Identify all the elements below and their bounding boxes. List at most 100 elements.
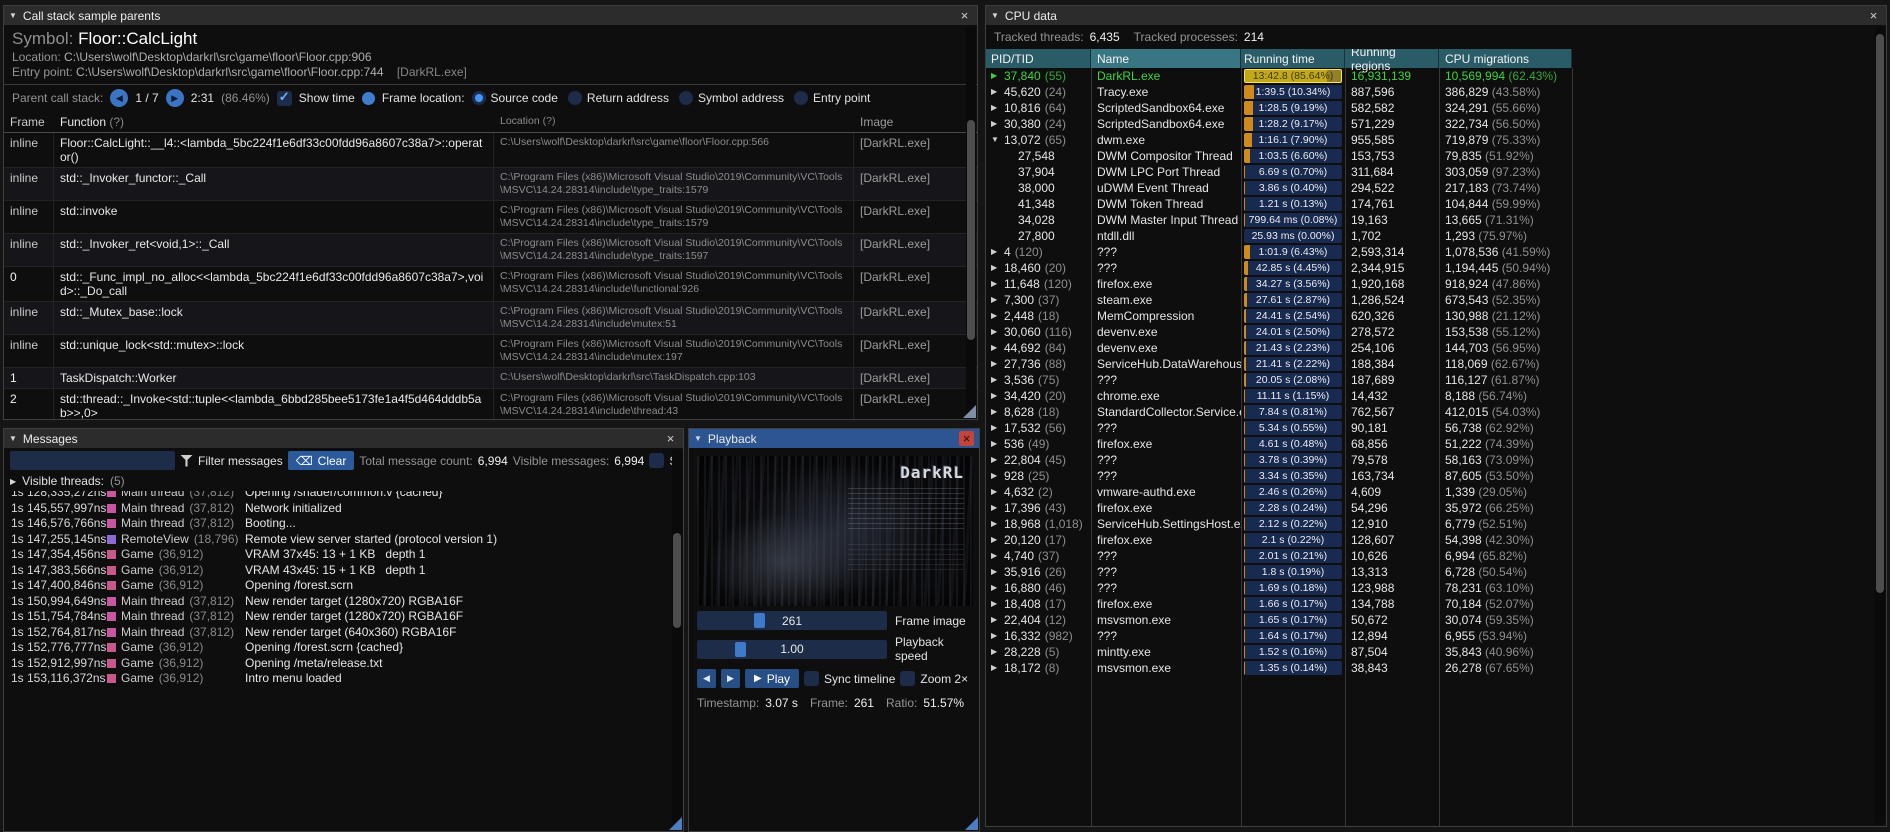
cpu-row[interactable]: ▶ 11,648 (120) firefox.exe 34.27 s (3.56%) 1,…: [986, 276, 1874, 292]
image-column-header[interactable]: Image: [854, 112, 949, 132]
cpu-row[interactable]: ▶ 37,840 (55) DarkRL.exe 13:42.8 (85.64%) 16,…: [986, 68, 1874, 84]
collapse-icon[interactable]: ▼: [9, 11, 17, 20]
playback-titlebar[interactable]: ▼ Playback ×: [689, 429, 979, 448]
play-button[interactable]: ▶ Play: [745, 669, 800, 688]
expand-icon[interactable]: ▶: [991, 581, 1000, 595]
cpu-row[interactable]: 34,028 DWM Master Input Thread 799.64 ms (…: [986, 212, 1874, 228]
cpu-column-header[interactable]: CPU migrations: [1439, 49, 1572, 68]
expand-icon[interactable]: ▶: [991, 325, 1000, 339]
visible-threads-row[interactable]: ▶ Visible threads: (5): [4, 473, 683, 491]
frame-location-option[interactable]: Symbol address: [678, 91, 784, 105]
callstack-row[interactable]: 1 TaskDispatch::Worker C:\Users\wolf\Deskt…: [4, 368, 977, 389]
cpu-row[interactable]: ▶ 22,804 (45)??? 3.78 s (0.39%) 79,578 58,163…: [986, 452, 1874, 468]
prev-frame-button[interactable]: ◀: [697, 669, 716, 688]
cpu-row[interactable]: ▶ 16,880 (46)??? 1.69 s (0.18%) 123,988 78,23…: [986, 580, 1874, 596]
speed-slider[interactable]: 1.00: [697, 639, 887, 659]
collapse-icon[interactable]: ▼: [9, 434, 17, 443]
cpu-row[interactable]: ▼ 13,072 (65) dwm.exe 1:16.1 (7.90%) 955,585 7…: [986, 132, 1874, 148]
callstack-row[interactable]: inline std::_Invoker_functor::_Call C:\Pro…: [4, 168, 977, 201]
cpu-row[interactable]: ▶ 3,536 (75)??? 20.05 s (2.08%) 187,689 116,1…: [986, 372, 1874, 388]
clipped-checkbox[interactable]: [649, 453, 665, 468]
close-icon[interactable]: ×: [959, 431, 974, 446]
frame-location-option[interactable]: Source code: [471, 91, 558, 105]
callstack-row[interactable]: 0 std::_Func_impl_no_alloc<<lambda_5bc224…: [4, 267, 977, 302]
close-icon[interactable]: ×: [957, 8, 972, 23]
resize-grip[interactable]: [965, 817, 978, 830]
show-time-checkbox[interactable]: [276, 89, 292, 106]
expand-icon[interactable]: ▶: [991, 629, 1000, 643]
cpu-row[interactable]: ▶ 7,300 (37) steam.exe 27.61 s (2.87%) 1,286,…: [986, 292, 1874, 308]
expand-icon[interactable]: ▶: [991, 293, 1000, 307]
location-column-header[interactable]: Location (?): [494, 112, 854, 132]
message-row[interactable]: 1s 147,400,846ns Game (36,912) Opening /for…: [4, 578, 671, 594]
cpu-row[interactable]: ▶ 16,332 (982)??? 1.64 s (0.17%) 12,894 6,955…: [986, 628, 1874, 644]
collapse-icon[interactable]: ▼: [694, 434, 702, 443]
cpu-row[interactable]: ▶ 8,628 (18) StandardCollector.Service.e 7.8…: [986, 404, 1874, 420]
expand-icon[interactable]: ▶: [991, 597, 1000, 611]
expand-icon[interactable]: ▶: [991, 421, 1000, 435]
expand-icon[interactable]: ▶: [991, 341, 1000, 355]
frame-location-option[interactable]: Entry point: [794, 91, 870, 105]
cpu-row[interactable]: 27,800 ntdll.dll 25.93 ms (0.00%) 1,702 1,29…: [986, 228, 1874, 244]
clear-button[interactable]: ⌫ Clear: [287, 451, 355, 470]
expand-icon[interactable]: ▶: [991, 661, 1000, 675]
expand-icon[interactable]: ▶: [991, 469, 1000, 483]
expand-icon[interactable]: ▶: [991, 277, 1000, 291]
callstack-row[interactable]: inline Floor::CalcLight::__l4::<lambda_5b…: [4, 133, 977, 168]
message-row[interactable]: 1s 152,764,817ns Main thread (37,812) New r…: [4, 625, 671, 641]
cpu-column-header[interactable]: Name: [1091, 49, 1241, 68]
expand-icon[interactable]: ▶: [991, 549, 1000, 563]
message-row[interactable]: 1s 151,754,784ns Main thread (37,812) New r…: [4, 609, 671, 625]
cpu-row[interactable]: ▶ 4,632 (2) vmware-authd.exe 2.46 s (0.26%) 4…: [986, 484, 1874, 500]
cpu-column-header[interactable]: PID/TID: [986, 49, 1091, 68]
vertical-scrollbar[interactable]: [1875, 26, 1885, 825]
message-row[interactable]: 1s 147,255,145ns RemoteView (18,796) Remote…: [4, 532, 671, 548]
cpu-row[interactable]: 37,904 DWM LPC Port Thread 6.69 s (0.70%) 3…: [986, 164, 1874, 180]
prev-stack-button[interactable]: ◀: [110, 89, 129, 107]
cpu-row[interactable]: ▶ 45,620 (24) Tracy.exe 1:39.5 (10.34%) 887,5…: [986, 84, 1874, 100]
cpu-row[interactable]: ▶ 18,408 (17) firefox.exe 1.66 s (0.17%) 134,…: [986, 596, 1874, 612]
close-icon[interactable]: ×: [663, 431, 678, 446]
cpu-row[interactable]: ▶ 928 (25)??? 3.34 s (0.35%) 163,734 87,605 (…: [986, 468, 1874, 484]
message-row[interactable]: 1s 146,576,766ns Main thread (37,812) Booti…: [4, 516, 671, 532]
expand-icon[interactable]: ▶: [991, 117, 1000, 131]
cpu-row[interactable]: ▶ 536 (49) firefox.exe 4.61 s (0.48%) 68,856 5…: [986, 436, 1874, 452]
collapse-icon[interactable]: ▼: [991, 11, 999, 20]
radio-icon[interactable]: [567, 91, 582, 105]
cpu-row[interactable]: 41,348 DWM Token Thread 1.21 s (0.13%) 174,…: [986, 196, 1874, 212]
message-row[interactable]: 1s 147,383,566ns Game (36,912) VRAM 43x45: …: [4, 563, 671, 579]
expand-icon[interactable]: ▶: [991, 485, 1000, 499]
cpu-row[interactable]: ▶ 17,396 (43) firefox.exe 2.28 s (0.24%) 54,2…: [986, 500, 1874, 516]
cpu-row[interactable]: ▶ 4 (120)??? 1:01.9 (6.43%) 2,593,314 1,078,5…: [986, 244, 1874, 260]
cpu-row[interactable]: ▶ 44,692 (84) devenv.exe 21.43 s (2.23%) 254,…: [986, 340, 1874, 356]
radio-icon[interactable]: [471, 91, 486, 105]
cpu-row[interactable]: ▶ 30,060 (116) devenv.exe 24.01 s (2.50%) 278…: [986, 324, 1874, 340]
callstack-row[interactable]: inline std::invoke C:\Program Files (x86)\…: [4, 201, 977, 234]
frame-column-header[interactable]: Frame: [4, 112, 54, 132]
vertical-scrollbar[interactable]: [966, 26, 976, 418]
radio-icon[interactable]: [678, 91, 693, 105]
callstack-row[interactable]: inline std::_Invoker_ret<void,1>::_Call C:…: [4, 234, 977, 267]
vertical-scrollbar[interactable]: [672, 449, 682, 830]
cpu-row[interactable]: 27,548 DWM Compositor Thread 1:03.5 (6.60%…: [986, 148, 1874, 164]
messages-list[interactable]: 1s 128,335,272ns Main thread (37,812) Openi…: [4, 491, 671, 831]
close-icon[interactable]: ×: [1866, 8, 1881, 23]
cpu-row[interactable]: ▶ 30,380 (24) ScriptedSandbox64.exe 1:28.2 (…: [986, 116, 1874, 132]
message-row[interactable]: 1s 128,335,272ns Main thread (37,812) Openi…: [4, 491, 671, 501]
message-row[interactable]: 1s 150,994,649ns Main thread (37,812) New r…: [4, 594, 671, 610]
expand-icon[interactable]: ▶: [991, 101, 1000, 115]
cpu-row[interactable]: ▶ 18,460 (20)??? 42.85 s (4.45%) 2,344,915 1,…: [986, 260, 1874, 276]
callstack-row[interactable]: 2 std::thread::_Invoke<std::tuple<<lambda…: [4, 389, 977, 419]
expand-icon[interactable]: ▶: [991, 261, 1000, 275]
cpu-row[interactable]: ▶ 28,228 (5) mintty.exe 1.52 s (0.16%) 87,504…: [986, 644, 1874, 660]
cpu-row[interactable]: ▶ 20,120 (17) firefox.exe 2.1 s (0.22%) 128,6…: [986, 532, 1874, 548]
expand-icon[interactable]: ▶: [991, 245, 1000, 259]
cpu-row[interactable]: 38,000 uDWM Event Thread 3.86 s (0.40%) 294…: [986, 180, 1874, 196]
cpu-row[interactable]: ▶ 35,916 (26)??? 1.8 s (0.19%) 13,313 6,728 (…: [986, 564, 1874, 580]
message-row[interactable]: 1s 147,354,456ns Game (36,912) VRAM 37x45: …: [4, 547, 671, 563]
expand-icon[interactable]: ▶: [991, 437, 1000, 451]
scrollbar-thumb[interactable]: [967, 120, 975, 340]
cpu-row[interactable]: ▶ 18,172 (8) msvsmon.exe 1.35 s (0.14%) 38,84…: [986, 660, 1874, 676]
filter-input[interactable]: [10, 451, 175, 470]
cpu-row[interactable]: ▶ 4,740 (37)??? 2.01 s (0.21%) 10,626 6,994 (…: [986, 548, 1874, 564]
